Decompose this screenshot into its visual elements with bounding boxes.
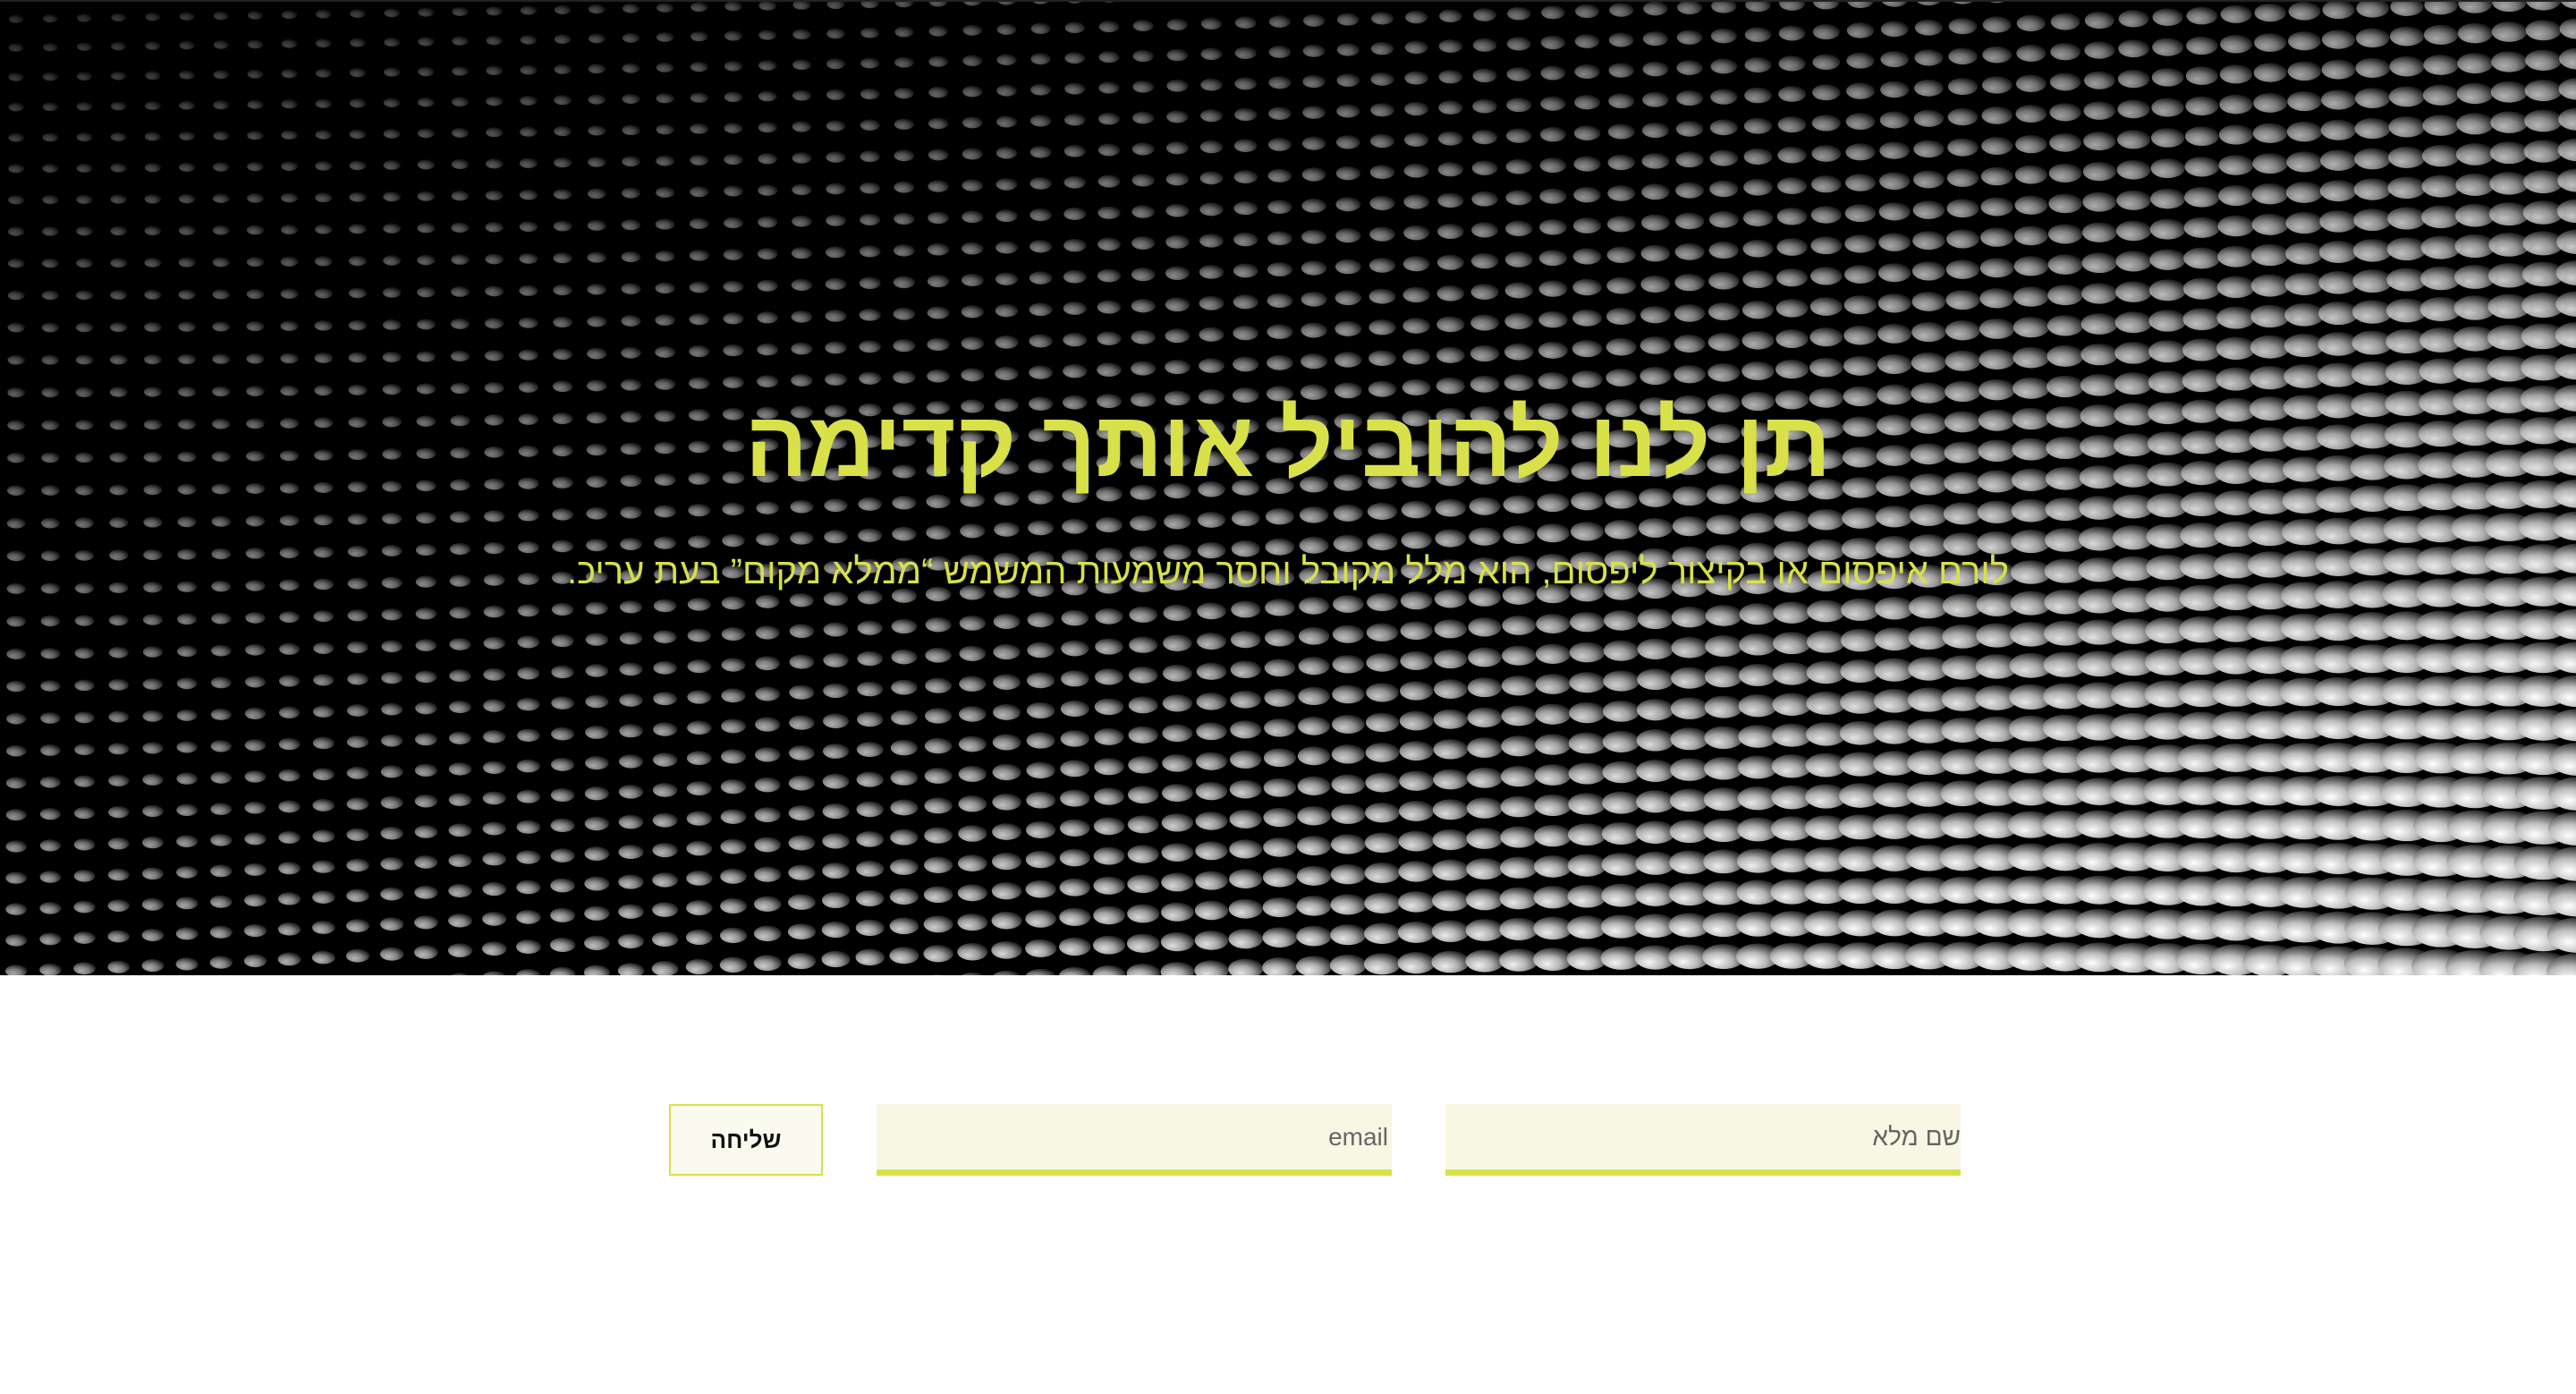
full-name-input[interactable] (1445, 1104, 1961, 1169)
full-name-field-wrapper (1445, 1104, 1961, 1176)
contact-form: שליחה (0, 1104, 2576, 1176)
email-input[interactable] (877, 1104, 1392, 1169)
send-button[interactable]: שליחה (669, 1104, 823, 1176)
hero-section: תן לנו להוביל אותך קדימה לורם איפסום או … (0, 0, 2576, 975)
hero-title: תן לנו להוביל אותך קדימה (744, 393, 1832, 497)
hero-subtitle: לורם איפסום או בקיצור ליפסום, הוא מלל מק… (567, 552, 2009, 591)
email-field-wrapper (877, 1104, 1392, 1176)
